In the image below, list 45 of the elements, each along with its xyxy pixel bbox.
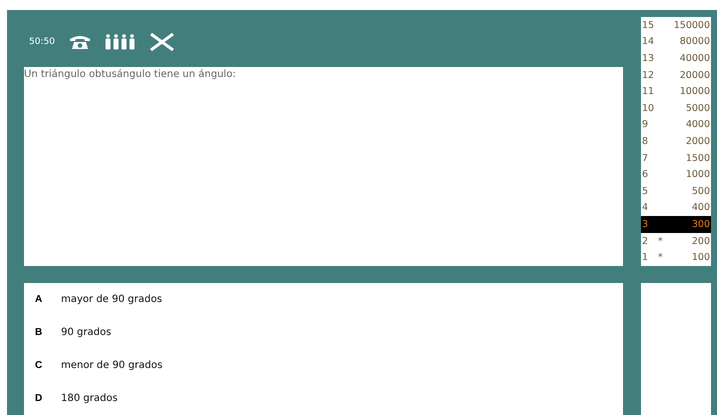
answer-option[interactable]: 90 grados <box>61 327 112 338</box>
question-text: Un triángulo obtusángulo tiene un ángulo: <box>24 68 237 80</box>
prize-amount: 40000 <box>680 52 710 64</box>
level-number: 4 <box>642 202 650 214</box>
answer-option[interactable]: 180 grados <box>61 393 118 404</box>
milestone-marker: * <box>658 252 663 264</box>
answer-letter[interactable]: D <box>35 393 61 404</box>
level-number: 11 <box>642 86 656 98</box>
prize-amount: 1000 <box>686 169 710 180</box>
prize-amount: 4000 <box>686 119 710 130</box>
level-number: 3 <box>642 218 650 230</box>
level-number: 1 <box>642 252 650 264</box>
prize-amount: 150000 <box>674 20 710 31</box>
level-number: 14 <box>642 36 656 48</box>
milestone-marker: * <box>658 236 663 247</box>
prize-amount: 5000 <box>686 102 710 114</box>
level-number: 12 <box>642 70 656 81</box>
level-number: 15 <box>642 20 656 31</box>
answer-option[interactable]: mayor de 90 grados <box>61 294 162 305</box>
level-number: 2 <box>642 236 650 247</box>
level-number: 8 <box>642 136 650 147</box>
prize-amount: 2000 <box>686 136 710 147</box>
prize-amount: 80000 <box>680 36 710 48</box>
level-number: 10 <box>642 102 656 114</box>
level-number: 5 <box>642 186 650 197</box>
prize-amount: 200 <box>692 236 710 247</box>
prize-amount: 10000 <box>680 86 710 98</box>
prize-amount: 500 <box>692 186 710 197</box>
answer-option[interactable]: menor de 90 grados <box>61 360 162 371</box>
people-icon[interactable] <box>104 34 135 50</box>
fifty-fifty-button[interactable]: 50:50 <box>29 37 55 47</box>
prize-amount: 400 <box>692 202 710 214</box>
prize-amount: 100 <box>692 252 710 264</box>
level-number: 13 <box>642 52 656 64</box>
level-number: 6 <box>642 169 650 180</box>
level-number: 9 <box>642 119 650 130</box>
answer-letter[interactable]: C <box>35 360 61 371</box>
prize-amount: 300 <box>692 218 710 230</box>
level-number: 7 <box>642 152 650 164</box>
close-icon[interactable] <box>148 33 175 51</box>
prize-amount: 20000 <box>680 70 710 81</box>
answer-letter[interactable]: B <box>35 327 61 338</box>
answer-letter[interactable]: A <box>35 294 61 305</box>
phone-icon[interactable] <box>68 34 91 50</box>
prize-amount: 1500 <box>686 152 710 164</box>
